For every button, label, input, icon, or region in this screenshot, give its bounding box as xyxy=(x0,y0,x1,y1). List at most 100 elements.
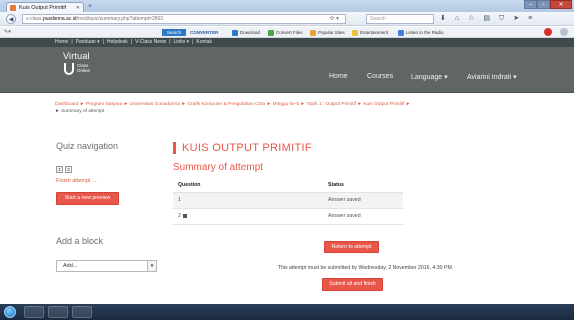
nav-language[interactable]: Language ▾ xyxy=(411,73,448,81)
site-header: Virtual Class Online Home Courses Languag… xyxy=(0,47,574,93)
quiz-navigation-title: Quiz navigation xyxy=(56,141,119,151)
question-status: Answer saved xyxy=(328,191,403,208)
menu-divider: | xyxy=(71,39,73,45)
entertainment-icon xyxy=(352,29,358,36)
start-new-preview-button[interactable]: Start a new preview xyxy=(56,192,119,205)
browser-tab-title: Kuis Output Primitif xyxy=(19,4,67,11)
start-button-icon[interactable] xyxy=(4,306,16,318)
menu-divider: | xyxy=(102,39,104,45)
new-tab-button[interactable]: + xyxy=(88,2,92,11)
add-block-select[interactable]: Add... ▾ xyxy=(56,260,157,272)
menu-icon[interactable]: ≡ xyxy=(528,13,532,25)
home-icon[interactable]: ⌂ xyxy=(455,13,459,25)
search-placeholder: Search xyxy=(370,16,386,22)
site-menu-items: Home | Panduan ▾ | Helpdesk | V-Class Ne… xyxy=(55,39,212,46)
site-logo[interactable]: Virtual Class Online xyxy=(63,51,107,91)
search-input[interactable]: Search xyxy=(366,14,434,24)
reload-icon[interactable]: ⟳ ▾ xyxy=(330,14,339,24)
taskbar-app-icon[interactable] xyxy=(24,306,44,318)
download-icon xyxy=(232,29,238,36)
menu-item-helpdesk[interactable]: Helpdesk xyxy=(107,39,128,46)
submit-deadline-text: This attempt must be submitted by Wednes… xyxy=(277,265,454,271)
submit-all-and-finish-button[interactable]: Submit all and finish xyxy=(322,278,383,291)
menu-divider: | xyxy=(169,39,171,45)
quiz-nav-question-2[interactable]: 2 xyxy=(65,166,72,173)
logo-virtual-text: Virtual xyxy=(63,51,90,61)
browser-titlebar: Kuis Output Primitif ✕ + – ▫ ✕ xyxy=(0,0,574,12)
question-column-header: Question xyxy=(178,182,201,189)
addon-icons xyxy=(544,28,568,36)
site-menubar: Home | Panduan ▾ | Helpdesk | V-Class Ne… xyxy=(0,38,574,47)
chevron-down-icon[interactable]: ▾ xyxy=(147,261,156,271)
menu-item-panduan[interactable]: Panduan ▾ xyxy=(76,39,100,46)
breadcrumb: Dashboard ► Program Sarjana ► Universita… xyxy=(55,101,515,115)
question-number[interactable]: 2 xyxy=(173,207,328,225)
table-row: 2 Answer saved xyxy=(173,207,403,225)
nav-user-menu[interactable]: Aviarini Indrati ▾ xyxy=(467,73,517,81)
close-window-icon[interactable]: ✕ xyxy=(550,0,572,9)
bookmark-radio[interactable]: Listen to the Radio xyxy=(398,28,444,37)
bookmark-download[interactable]: Download xyxy=(232,28,260,37)
breadcrumb-trail[interactable]: Dashboard ► Program Sarjana ► Universita… xyxy=(55,102,410,107)
summary-table: Question Status 1 Answer saved 2 Answer … xyxy=(173,179,403,225)
edit-icon[interactable] xyxy=(560,28,568,36)
os-taskbar xyxy=(0,304,574,320)
bookmark-convert-files[interactable]: Convert Files xyxy=(268,28,303,37)
clipboard-icon[interactable]: ▤ xyxy=(483,13,490,25)
radio-icon xyxy=(398,29,404,36)
toolbar-icons: ⬇ ⌂ ☆ ▤ ⛉ ➤ ≡ xyxy=(440,13,532,25)
star-icon[interactable]: ☆ xyxy=(468,13,474,25)
menu-divider: | xyxy=(192,39,194,45)
logo-class-online-text: Class Online xyxy=(77,63,91,73)
bookmarks-menu-icon[interactable]: ✎▾ xyxy=(4,29,11,35)
menu-item-vclass-news[interactable]: V-Class News xyxy=(135,39,166,46)
bookmarks-bar: ✎▾ Search CONVERTER Download Convert Fil… xyxy=(0,27,574,38)
window-controls: – ▫ ✕ xyxy=(524,0,572,9)
url-path: /mod/quiz/summary.php?attempt=2803 xyxy=(76,16,164,22)
quiz-nav-question-1[interactable]: 1 xyxy=(56,166,63,173)
back-icon[interactable]: ◀ xyxy=(6,14,16,24)
status-column-header: Status xyxy=(328,182,344,189)
menu-item-kontak[interactable]: Kontak xyxy=(196,39,212,46)
taskbar-app-icon[interactable] xyxy=(48,306,68,318)
menu-item-home[interactable]: Home xyxy=(55,39,68,46)
logo-v-mark-icon xyxy=(64,63,74,75)
maximize-icon[interactable]: ▫ xyxy=(537,0,550,9)
url-prefix: v-class. xyxy=(26,16,43,22)
bookmark-popular-sites[interactable]: Popular Sites xyxy=(310,28,345,37)
close-tab-icon[interactable]: ✕ xyxy=(76,5,80,11)
popular-sites-icon xyxy=(310,29,316,36)
question-status: Answer saved xyxy=(328,207,403,225)
summary-heading: Summary of attempt xyxy=(173,162,264,173)
bookmark-search-button[interactable]: Search xyxy=(162,29,186,36)
address-bar[interactable]: v-class.pusdiema.ac.id/mod/quiz/summary.… xyxy=(22,14,346,24)
browser-navbar: ◀ v-class.pusdiema.ac.id/mod/quiz/summar… xyxy=(0,12,574,26)
converter-brand: CONVERTER xyxy=(190,30,219,35)
finish-attempt-link[interactable]: Finish attempt ... xyxy=(56,178,97,184)
bookmark-entertainment[interactable]: Entertainment xyxy=(352,28,388,37)
page-title: KUIS OUTPUT PRIMITIF xyxy=(173,142,312,154)
menu-divider: | xyxy=(130,39,133,45)
question-number[interactable]: 1 xyxy=(173,191,328,208)
download-icon[interactable]: ⬇ xyxy=(440,13,446,25)
menu-item-links[interactable]: Links ▾ xyxy=(174,39,190,46)
nav-home[interactable]: Home xyxy=(329,73,348,80)
browser-tab[interactable]: Kuis Output Primitif ✕ xyxy=(6,2,84,12)
add-block-title: Add a block xyxy=(56,236,104,246)
summary-table-header: Question Status xyxy=(173,179,403,192)
quiz-nav-buttons: 1 2 xyxy=(56,166,72,173)
send-icon[interactable]: ➤ xyxy=(513,13,519,25)
url-host: pusdiema.ac.id xyxy=(42,16,77,22)
breadcrumb-current: ► Summary of attempt xyxy=(55,109,105,114)
convert-icon xyxy=(268,29,274,36)
add-block-select-value: Add... xyxy=(63,263,78,269)
minimize-icon[interactable]: – xyxy=(524,0,537,9)
nav-courses[interactable]: Courses xyxy=(367,73,393,80)
addon-icon[interactable] xyxy=(544,28,552,36)
taskbar-app-icon[interactable] xyxy=(72,306,92,318)
shield-icon[interactable]: ⛉ xyxy=(499,13,504,25)
favicon-icon xyxy=(10,4,16,11)
return-to-attempt-button[interactable]: Return to attempt xyxy=(324,241,379,253)
table-row: 1 Answer saved xyxy=(173,191,403,208)
flag-icon xyxy=(182,213,187,218)
